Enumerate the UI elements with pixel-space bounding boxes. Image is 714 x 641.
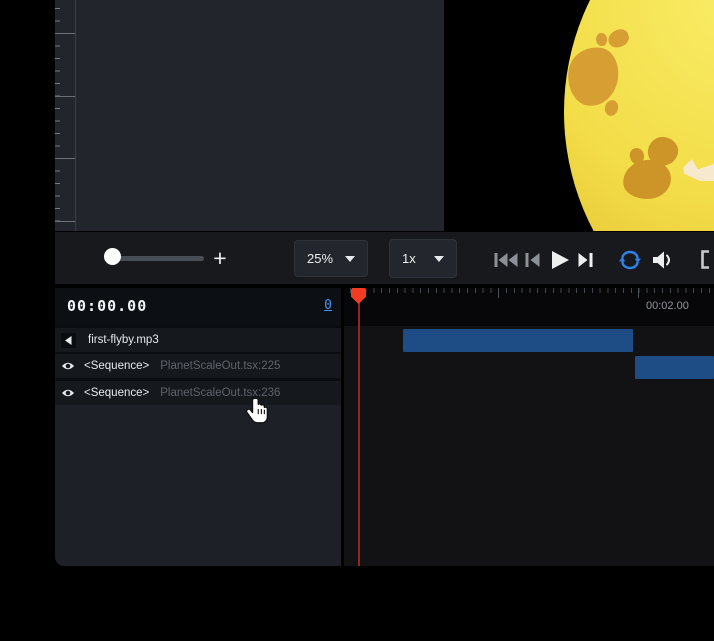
ruler-minor-ticks [55, 8, 60, 231]
next-frame-button[interactable] [578, 252, 594, 268]
sequence-clip[interactable] [635, 356, 714, 379]
bracket-icon [700, 250, 710, 269]
current-timecode: 00:00.00 [67, 297, 147, 315]
timeline-clip-area[interactable]: 00:02.00 [344, 288, 714, 566]
volume-button[interactable] [651, 250, 673, 270]
ruler-major-line [55, 158, 75, 159]
current-frame-link[interactable]: 0 [324, 298, 332, 313]
volume-icon [651, 250, 673, 270]
audio-clip[interactable] [403, 329, 633, 352]
play-button[interactable] [550, 251, 570, 269]
track-source: PlanetScaleOut.tsx:236 [160, 387, 280, 399]
stage-area: 0 250 500 750 [0, 0, 714, 231]
chevron-down-icon [345, 256, 355, 262]
track-source: PlanetScaleOut.tsx:225 [160, 360, 280, 372]
track-name: <Sequence> [84, 360, 149, 372]
play-icon [550, 251, 570, 269]
composition-preview[interactable] [444, 0, 714, 231]
playback-toolbar: − + 25% 1x [55, 231, 714, 286]
ruler-major-line [55, 221, 75, 222]
loop-icon [618, 250, 642, 270]
size-bounds-button[interactable] [700, 250, 710, 269]
track-name: <Sequence> [84, 387, 149, 399]
timeline-header: 00:00.00 0 [55, 288, 341, 326]
track-rows-zone: first-flyby.mp3 <Sequence> PlanetScaleOu… [55, 326, 341, 405]
timeline-panel: 00:00.00 0 first-flyby.mp3 <Sequence> Pl… [55, 288, 714, 566]
chevron-down-icon [434, 256, 444, 262]
track-row-sequence-2[interactable]: <Sequence> PlanetScaleOut.tsx:236 [55, 381, 341, 405]
loop-toggle-button[interactable] [618, 250, 642, 270]
playback-speed-dropdown[interactable]: 1x [389, 239, 457, 278]
jump-to-start-icon [494, 252, 518, 268]
timeline-major-tick [638, 288, 639, 298]
track-row-audio[interactable]: first-flyby.mp3 [55, 328, 341, 352]
track-row-sequence-1[interactable]: <Sequence> PlanetScaleOut.tsx:225 [55, 354, 341, 378]
zoom-in-button[interactable]: + [207, 245, 233, 271]
vertical-ruler[interactable]: 0 250 500 750 [55, 0, 76, 231]
moon-crater [603, 99, 620, 118]
previous-frame-button[interactable] [525, 252, 540, 268]
canvas-background[interactable] [76, 0, 444, 231]
moon-crater [606, 27, 632, 51]
track-name: first-flyby.mp3 [88, 334, 159, 346]
playhead-line [358, 288, 360, 566]
canvas-scale-value: 25% [307, 251, 333, 266]
audio-speaker-icon[interactable] [61, 333, 76, 348]
timeline-ruler[interactable]: 00:02.00 [344, 288, 714, 326]
zoom-slider-thumb[interactable] [104, 248, 121, 265]
ruler-major-line [55, 96, 75, 97]
next-frame-icon [578, 252, 594, 268]
ruler-major-line [55, 33, 75, 34]
visibility-eye-icon[interactable] [61, 359, 75, 373]
moon-graphic [564, 0, 714, 231]
timeline-time-label: 00:02.00 [646, 300, 689, 312]
playback-speed-value: 1x [402, 251, 416, 266]
jump-to-start-button[interactable] [494, 252, 518, 268]
moon-crater [596, 33, 607, 46]
timeline-track-list: 00:00.00 0 first-flyby.mp3 <Sequence> Pl… [55, 288, 341, 566]
timeline-minor-ticks [350, 288, 714, 293]
visibility-eye-icon[interactable] [61, 386, 75, 400]
previous-frame-icon [525, 252, 540, 268]
canvas-scale-dropdown[interactable]: 25% [294, 240, 368, 277]
timeline-major-tick [498, 288, 499, 298]
